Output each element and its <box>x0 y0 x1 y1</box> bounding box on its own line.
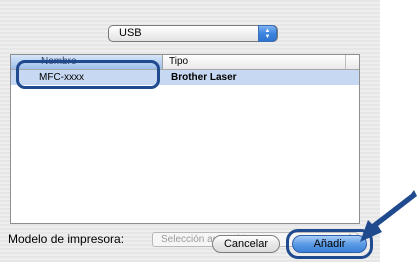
printer-type-cell: Brother Laser <box>171 72 237 83</box>
cancel-button[interactable]: Cancelar <box>212 235 280 253</box>
printer-highlight-annotation <box>16 60 160 89</box>
updown-arrows-icon: ▲▼ <box>258 25 277 42</box>
pointer-arrow-icon <box>360 190 417 242</box>
column-header-spacer <box>345 55 359 69</box>
printer-model-label: Modelo de impresora: <box>8 232 125 246</box>
add-printer-dialog: USB ▲ ▼ Nombre Tipo MFC-xxxx Brother Lase… <box>0 0 380 262</box>
column-header-type[interactable]: Tipo <box>169 55 188 69</box>
connection-popup-value: USB <box>119 27 142 39</box>
connection-popup[interactable]: USB ▲ ▼ <box>108 25 278 42</box>
